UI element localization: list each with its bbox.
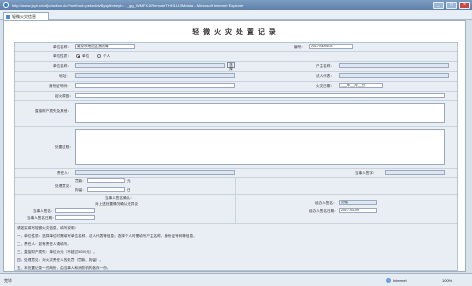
address-field[interactable] — [75, 73, 235, 78]
note-3: 三、直接财产损失：单位为元（不超过5000元）。 — [17, 250, 97, 254]
handle-fine-field[interactable] — [87, 178, 125, 183]
owner-label: 户主名称： — [316, 64, 334, 68]
cause-label: 起火原因： — [55, 94, 73, 98]
serial-field[interactable]: 20170309103 — [309, 44, 353, 49]
minimize-button[interactable]: _ — [433, 1, 444, 9]
party-note: 对上述处置情况确认无异议 — [95, 202, 139, 206]
handle-fine-label: 罚款： — [75, 179, 86, 183]
process-label: 处置过程： — [55, 145, 73, 149]
party-title: 当事人签名确认： — [105, 196, 134, 200]
maximize-button[interactable]: □ — [446, 1, 457, 9]
note-5: 五、本处置记录一式两份，由当事人和消防机构各存一份。 — [17, 266, 111, 270]
owner-field[interactable] — [339, 63, 449, 68]
handler-date-field[interactable]: 2017-03-09 — [339, 208, 377, 213]
responsible-sig-field[interactable] — [385, 170, 445, 175]
idcard-label: 身份证号码： — [49, 84, 71, 88]
tab-label: 轻微火灾信息 — [12, 13, 36, 19]
loss-label: 直接财产损失及其他： — [35, 109, 71, 113]
page-icon — [6, 14, 10, 19]
legal-label: 法人代表： — [316, 74, 334, 78]
handler-date-label: 经办人签名日期： — [309, 209, 338, 213]
note-4: 四、处理意见：对火灾责任人的处罚（罚款、拘留）。 — [17, 258, 104, 262]
ie-logo-icon — [3, 2, 9, 8]
status-done: 完毕 — [4, 278, 12, 283]
idcard-field[interactable] — [75, 83, 235, 88]
party-sig-field[interactable] — [55, 208, 95, 213]
form-title: 轻 微 火 灾 处 置 记 录 — [192, 29, 277, 36]
note-1: 一、单位性质：选择单位时需填写单位名称、法人代表等信息；选择个人时需填写户主名称… — [17, 234, 197, 238]
address-label: 地址： — [59, 74, 70, 78]
close-button[interactable]: × — [459, 1, 470, 9]
handle-detain-field[interactable] — [87, 187, 125, 192]
unit-yuan: 元 — [127, 179, 131, 183]
party-sig-label: 当事人签名： — [33, 209, 55, 213]
loss-textarea[interactable] — [75, 103, 445, 123]
serial-label: 编号： — [294, 45, 305, 49]
tab-strip: 轻微火灾信息 — [0, 10, 472, 20]
internet-zone-icon — [386, 278, 391, 283]
fire-date-field[interactable]: ___年__月__日 — [339, 83, 383, 88]
unit-day: 日 — [127, 188, 131, 192]
handler-field[interactable]: 刘伟 — [339, 200, 377, 205]
unit-name-field[interactable]: 南京市雨花区消防局 — [75, 44, 135, 49]
party-date-field[interactable] — [55, 215, 95, 220]
property-label: 单位性质： — [53, 54, 71, 58]
window-title: http://www.jcpt.cn/zfjc/action.do?method… — [12, 2, 244, 8]
process-textarea[interactable] — [75, 129, 445, 165]
fire-date-label: 火灾日期： — [316, 84, 334, 88]
responsible-label: 责任人： — [57, 171, 72, 175]
zoom-level[interactable]: 100% — [442, 278, 452, 283]
property-person-text: 个人 — [103, 54, 111, 58]
handler-label: 经办人签名： — [315, 201, 337, 205]
property-person-radio[interactable] — [97, 54, 101, 58]
responsible-sig-label: 当事人签字： — [355, 171, 377, 175]
tab-fire-info[interactable]: 轻微火灾信息 — [3, 12, 49, 20]
legal-field[interactable] — [339, 73, 449, 78]
handle-label: 处理意见： — [55, 184, 73, 188]
select-unit-button[interactable]: 选择 — [227, 62, 235, 71]
notes-heading: 请如实填写轻微火灾信息，填写说明： — [17, 226, 79, 230]
browser-titlebar: http://www.jcpt.cn/zfjc/action.do?method… — [0, 0, 472, 10]
property-unit-radio[interactable] — [76, 54, 80, 58]
property-unit-text: 单位 — [82, 54, 90, 58]
responsible-field[interactable] — [75, 170, 235, 175]
status-bar: 完毕 Internet 100% — [0, 273, 472, 286]
unit-select-field[interactable] — [75, 63, 225, 68]
unit-select-label: 单位名称： — [53, 64, 71, 68]
cause-field[interactable] — [75, 93, 445, 98]
status-zone: Internet — [393, 278, 407, 283]
party-date-label: 当事人签名日期： — [27, 216, 56, 220]
note-2: 二、责任人：如有责任人请填写。 — [17, 242, 71, 246]
handle-detain-label: 拘留： — [75, 188, 86, 192]
fire-record-form: 单位名称： 南京市雨花区消防局 编号： 20170309103 单位性质： 单位… — [14, 42, 458, 271]
page-content: 轻 微 火 灾 处 置 记 录 单位名称： 南京市雨花区消防局 编号： 2017… — [3, 20, 466, 272]
unit-name-label: 单位名称： — [53, 45, 71, 49]
